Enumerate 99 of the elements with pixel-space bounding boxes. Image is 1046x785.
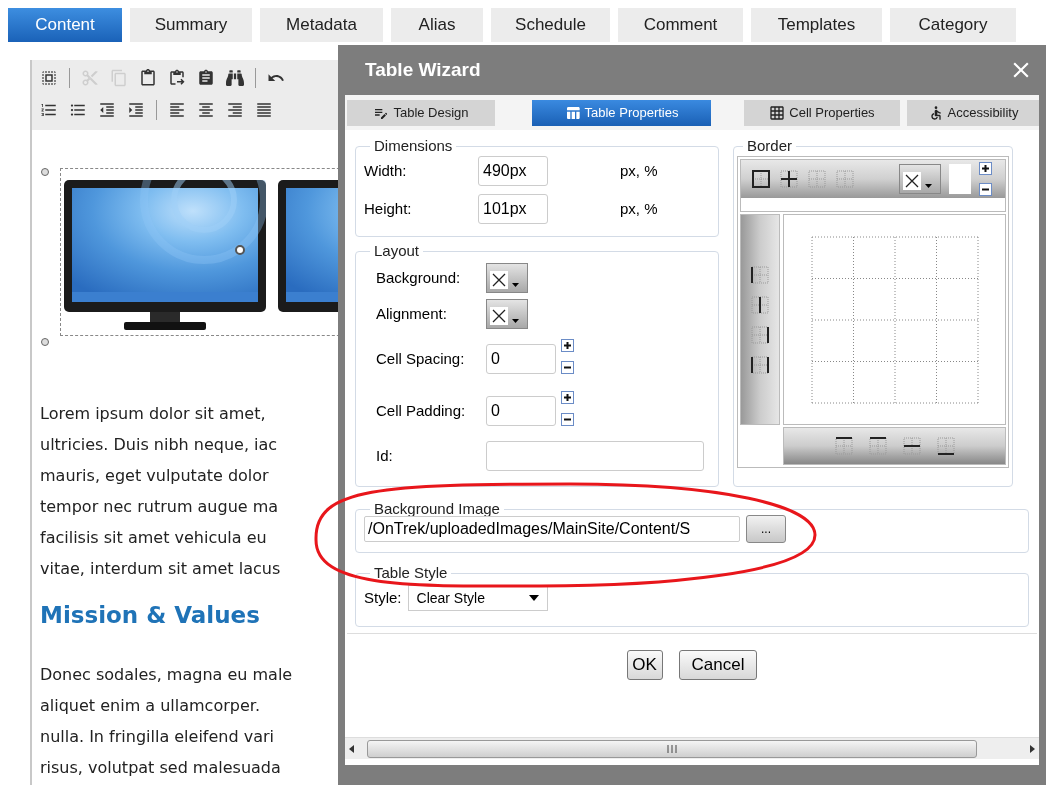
style-dropdown[interactable]: Clear Style <box>407 585 548 611</box>
align-left-icon[interactable] <box>168 101 186 119</box>
group-title: Background Image <box>373 501 501 517</box>
paragraph-line: aliquet enim a ullamcorper. <box>40 694 261 717</box>
page-tab[interactable]: Schedule <box>491 8 610 42</box>
group-title: Layout <box>373 243 421 259</box>
dialog-title: Table Wizard <box>365 57 481 82</box>
none-icon <box>490 271 508 289</box>
none-icon <box>490 307 508 325</box>
none-icon <box>903 172 921 190</box>
dialog-tab[interactable]: Table Design <box>347 100 495 126</box>
unit-hint: px, % <box>620 198 658 219</box>
horizontal-scrollbar[interactable] <box>345 737 1039 759</box>
browse-button[interactable]: ... <box>746 515 786 543</box>
caret-icon <box>512 319 519 323</box>
unit-hint: px, % <box>620 160 658 181</box>
bottom-border-icon[interactable] <box>935 436 956 456</box>
page-tab[interactable]: Alias <box>391 8 483 42</box>
horizontal-border-icon[interactable] <box>901 436 922 456</box>
field-label: Cell Spacing: <box>376 348 466 369</box>
resize-handle[interactable] <box>235 245 245 255</box>
picker-button[interactable] <box>486 299 528 329</box>
indent-icon[interactable] <box>127 101 145 119</box>
align-right-icon[interactable] <box>226 101 244 119</box>
scrollbar-thumb[interactable] <box>367 739 977 758</box>
caret-icon <box>528 595 539 601</box>
vertical-border-icon[interactable] <box>750 294 770 315</box>
resize-handle[interactable] <box>41 168 49 176</box>
group-title: Dimensions <box>373 138 454 154</box>
paragraph-line: vitae, interdum sit amet lacus <box>40 558 282 580</box>
increment-button[interactable] <box>979 162 992 175</box>
paragraph-line: risus, volutpat sed malesuada <box>40 756 282 779</box>
top-border-icon[interactable] <box>833 436 854 456</box>
right-border-icon[interactable] <box>750 324 770 345</box>
align-center-icon[interactable] <box>197 101 215 119</box>
field-label: Style: <box>364 587 402 608</box>
left-border-icon[interactable] <box>750 264 770 285</box>
paragraph-line: Lorem ipsum dolor sit amet, <box>40 403 267 425</box>
align-justify-icon[interactable] <box>255 101 273 119</box>
field-label: Cell Padding: <box>376 400 467 421</box>
page-tab[interactable]: Templates <box>751 8 882 42</box>
page-tab[interactable]: Summary <box>130 8 252 42</box>
dialog-tab[interactable]: Accessibility <box>907 100 1039 126</box>
page-tab[interactable]: Comment <box>618 8 743 42</box>
picker-button[interactable] <box>899 164 941 194</box>
field-label: Background: <box>376 267 462 288</box>
group-title: Border <box>746 138 794 154</box>
image-path-field[interactable]: /OnTrek/uploadedImages/MainSite/Content/S <box>364 516 740 542</box>
section-heading: Mission & Values <box>40 601 261 630</box>
dialog-button[interactable]: Cancel <box>678 649 758 680</box>
dialog-tab[interactable]: Cell Properties <box>744 100 900 126</box>
paragraph-line: facilisis sit amet vehicula eu <box>40 527 268 549</box>
increment-button[interactable] <box>561 390 574 404</box>
field-label: Width: <box>364 160 408 181</box>
increment-button[interactable] <box>561 338 574 352</box>
inner-border-icon[interactable] <box>779 169 799 189</box>
side-borders-icon[interactable] <box>750 354 770 375</box>
select-all-icon[interactable] <box>40 69 58 87</box>
caret-icon <box>512 283 519 287</box>
page-tab[interactable]: Metadata <box>260 8 383 42</box>
number-field[interactable]: 0 <box>486 396 556 426</box>
binoculars-icon[interactable] <box>226 69 244 87</box>
dialog-tab[interactable]: Table Properties <box>532 100 711 126</box>
numbered-list-icon[interactable] <box>40 101 58 119</box>
decrement-button[interactable] <box>561 360 574 374</box>
paragraph-line: mauris, eget vulputate dolor <box>40 465 270 487</box>
page-tab[interactable]: Content <box>8 8 122 42</box>
plus-icon <box>563 392 572 402</box>
outdent-icon[interactable] <box>98 101 116 119</box>
page-tab[interactable]: Category <box>890 8 1016 42</box>
input-field[interactable]: 101px <box>478 194 548 224</box>
border-width-field[interactable] <box>949 164 971 194</box>
decrement-button[interactable] <box>979 183 992 196</box>
clipboard-text-icon[interactable] <box>197 69 215 87</box>
paragraph-line: ultricies. Duis nibh neque, iac <box>40 434 279 456</box>
table-icon <box>564 105 581 121</box>
number-field[interactable]: 0 <box>486 344 556 374</box>
paragraph-line: tempor nec rutrum augue ma <box>40 496 280 518</box>
resize-handle[interactable] <box>41 338 49 346</box>
grid-icon <box>769 105 786 121</box>
field-label: Id: <box>376 445 394 466</box>
clipboard-icon[interactable] <box>139 69 157 87</box>
input-field[interactable]: 490px <box>478 156 548 186</box>
plus-icon <box>563 340 572 350</box>
picker-button[interactable] <box>486 263 528 293</box>
group-title: Table Style <box>373 565 449 581</box>
grip-icon <box>667 744 677 753</box>
decrement-button[interactable] <box>561 412 574 426</box>
field-label: Height: <box>364 198 413 219</box>
paragraph-line: Donec sodales, magna eu male <box>40 663 294 686</box>
plus-icon <box>981 164 990 173</box>
input-field[interactable] <box>486 441 704 471</box>
clipboard-arrow-icon[interactable] <box>168 69 186 87</box>
paragraph-line: nulla. In fringilla eleifend vari <box>40 725 275 748</box>
caret-icon <box>925 184 932 188</box>
top-border-icon[interactable] <box>867 436 888 456</box>
outer-border-icon[interactable] <box>751 169 771 189</box>
field-label: Alignment: <box>376 303 448 324</box>
dialog-button[interactable]: OK <box>626 649 663 680</box>
